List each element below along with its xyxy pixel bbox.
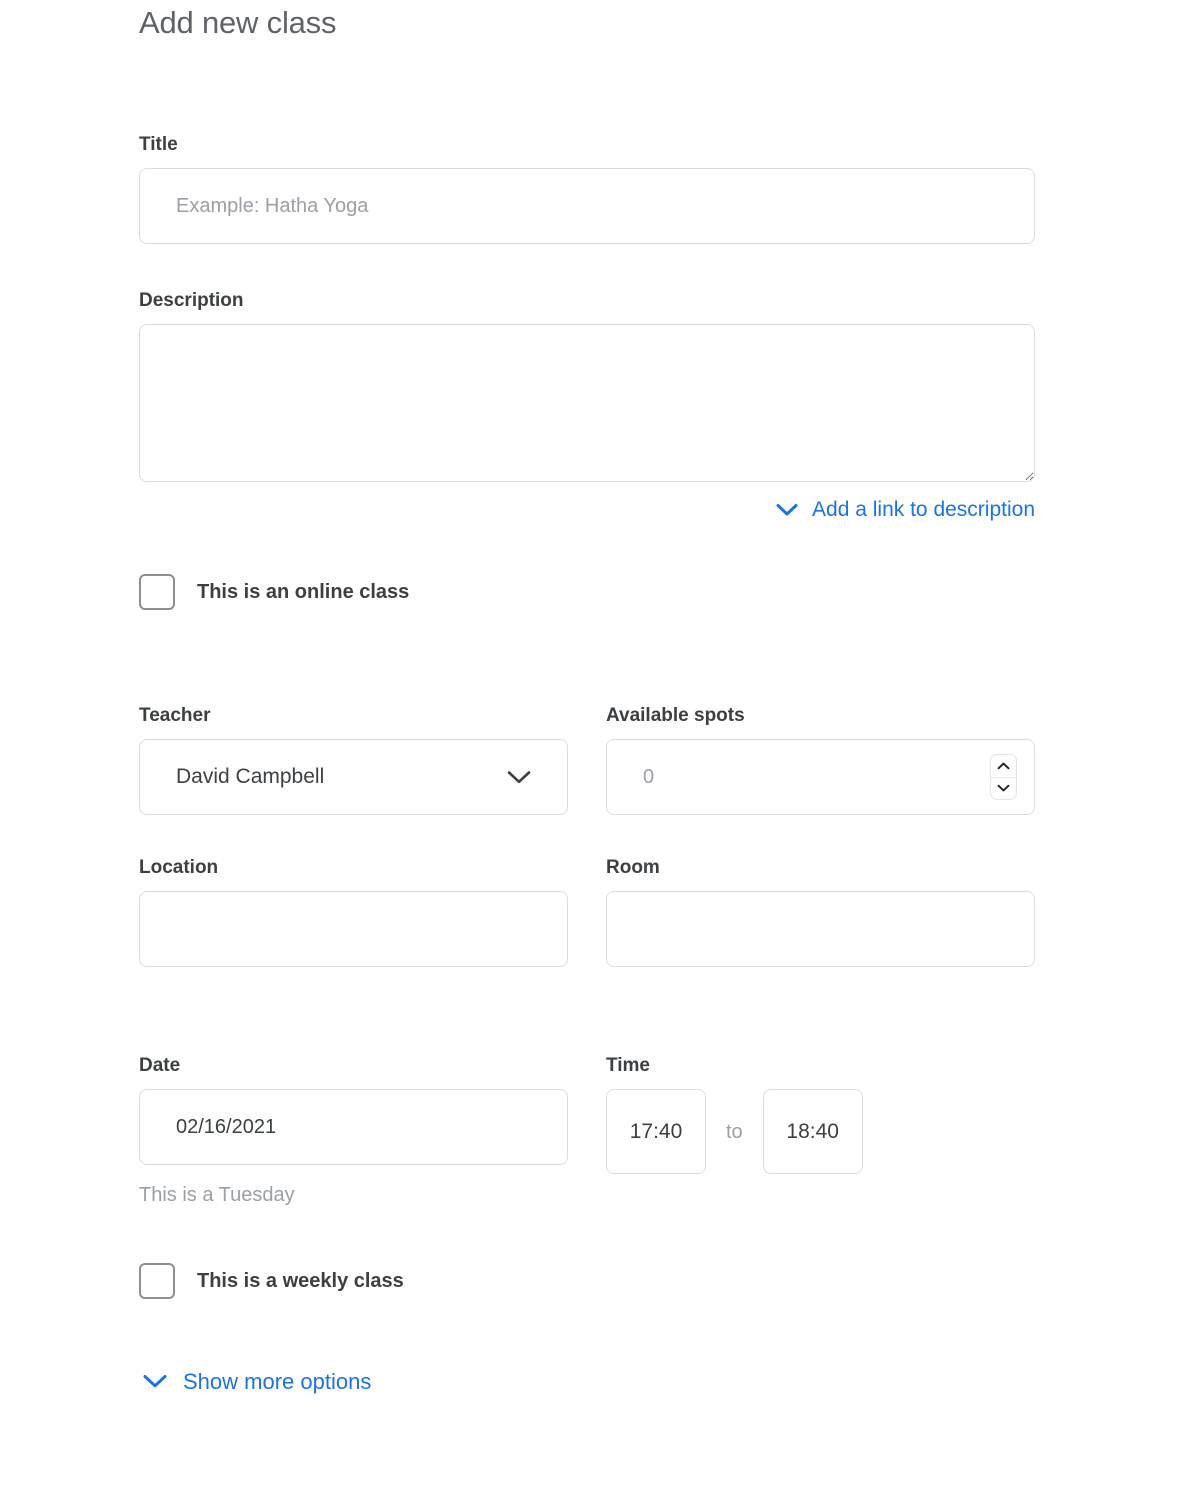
room-input[interactable] [606,891,1035,967]
teacher-select-value: David Campbell [176,765,325,788]
location-field-group: Location [139,857,568,967]
form-container: Add new class Title Description Add a li… [139,0,1035,1395]
available-spots-input[interactable] [606,739,1035,815]
room-field-group: Room [606,857,1035,967]
time-start-input[interactable] [606,1089,706,1174]
description-textarea[interactable] [139,324,1035,482]
location-input[interactable] [139,891,568,967]
title-label: Title [139,134,178,155]
room-label: Room [606,857,660,878]
title-input[interactable] [139,168,1035,244]
time-label: Time [606,1055,651,1076]
weekly-class-checkbox-label[interactable]: This is a weekly class [197,1269,404,1293]
teacher-select-wrap: David Campbell [139,739,568,815]
chevron-down-icon [776,503,798,517]
description-field-group: Description Add a link to description [139,290,1035,522]
date-label: Date [139,1055,181,1076]
date-input[interactable] [139,1089,568,1165]
spots-label: Available spots [606,705,745,726]
online-class-checkbox[interactable] [139,574,175,610]
teacher-label: Teacher [139,705,211,726]
date-helper-text: This is a Tuesday [139,1184,295,1206]
add-class-form-page: Add new class Title Description Add a li… [0,0,1186,1488]
chevron-down-icon[interactable] [991,778,1016,800]
more-options-row: Show more options [139,1369,1035,1395]
date-field-group: Date This is a Tuesday [139,1055,568,1207]
teacher-field-group: Teacher David Campbell [139,705,568,815]
time-separator-label: to [726,1120,743,1143]
add-link-to-description-button[interactable]: Add a link to description [776,498,1035,522]
time-end-input[interactable] [762,1089,863,1174]
page-title: Add new class [139,5,337,40]
show-more-options-button[interactable]: Show more options [143,1369,371,1395]
location-label: Location [139,857,219,878]
teacher-select[interactable]: David Campbell [139,739,568,815]
online-class-checkbox-label[interactable]: This is an online class [197,580,409,604]
location-room-row: Location Room [139,857,1035,967]
time-field-group: Time to [606,1055,1035,1174]
teacher-spots-row: Teacher David Campbell Available spots [139,705,1035,815]
spots-field-group: Available spots [606,705,1035,815]
date-time-row: Date This is a Tuesday Time to [139,1055,1035,1207]
spots-input-wrap [606,739,1035,815]
weekly-class-checkbox[interactable] [139,1263,175,1299]
description-label: Description [139,290,244,311]
online-class-checkbox-row[interactable]: This is an online class [139,574,1035,610]
chevron-down-icon [507,770,531,785]
show-more-options-label: Show more options [183,1369,372,1394]
description-link-row: Add a link to description [139,498,1035,522]
add-link-to-description-label: Add a link to description [812,498,1035,521]
chevron-up-icon[interactable] [991,755,1016,778]
spots-stepper[interactable] [990,754,1017,800]
weekly-class-checkbox-row[interactable]: This is a weekly class [139,1263,1035,1299]
chevron-down-icon [143,1369,167,1395]
title-field-group: Title [139,134,1035,244]
time-inputs: to [606,1089,1035,1174]
